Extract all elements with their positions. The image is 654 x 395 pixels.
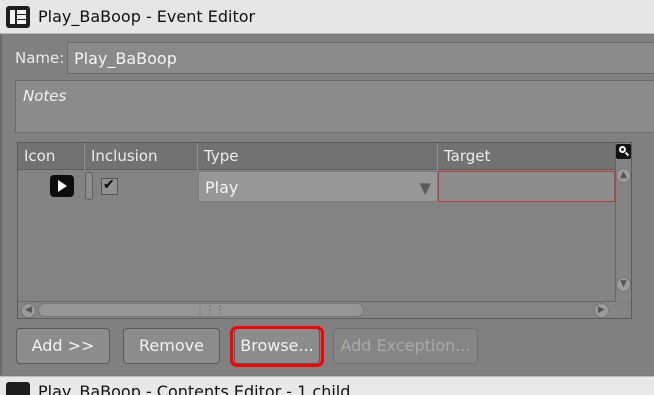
add-exception-button[interactable]: Add Exception... (333, 328, 478, 364)
column-header-inclusion[interactable]: Inclusion (85, 143, 198, 170)
target-field[interactable] (438, 171, 615, 202)
scroll-down-icon[interactable]: ▼ (616, 277, 631, 292)
name-input[interactable]: Play_BaBoop (67, 42, 654, 74)
grid-header: Icon Inclusion Type Target (18, 143, 615, 170)
play-icon[interactable] (50, 175, 74, 197)
drag-handle[interactable] (85, 172, 93, 200)
inclusion-checkbox[interactable]: ✔ (101, 177, 118, 195)
event-editor-icon (6, 6, 30, 28)
horizontal-scrollbar[interactable]: ◀ ⋮⋮⋮ ▶ (18, 301, 615, 318)
scroll-up-icon[interactable]: ▲ (616, 168, 631, 183)
checkmark-icon: ✔ (103, 177, 115, 193)
window-title: Play_BaBoop - Event Editor (38, 7, 256, 26)
event-actions-grid: Icon Inclusion Type Target ✔ Play ▼ ▲ ▼ … (17, 142, 632, 319)
browse-button-highlight (230, 326, 324, 367)
contents-editor-icon (6, 382, 30, 395)
chevron-down-icon: ▼ (419, 179, 431, 197)
table-row[interactable]: ✔ Play ▼ (18, 171, 615, 202)
type-dropdown[interactable]: Play ▼ (198, 171, 438, 202)
column-header-type[interactable]: Type (198, 143, 438, 170)
column-header-target[interactable]: Target (438, 143, 615, 170)
contents-editor-title: Play_BaBoop - Contents Editor - 1 child (38, 382, 351, 395)
horizontal-scroll-thumb[interactable]: ⋮⋮⋮ (38, 303, 364, 317)
scroll-right-icon[interactable]: ▶ (594, 303, 609, 318)
scroll-left-icon[interactable]: ◀ (21, 303, 36, 318)
column-header-icon[interactable]: Icon (18, 143, 85, 170)
add-button[interactable]: Add >> (16, 328, 110, 364)
remove-button[interactable]: Remove (123, 328, 220, 364)
vertical-scrollbar[interactable]: ▲ ▼ (615, 143, 631, 301)
contents-editor-titlebar: Play_BaBoop - Contents Editor - 1 child (0, 376, 654, 395)
title-bar: Play_BaBoop - Event Editor (0, 0, 654, 34)
notes-field[interactable]: Notes (15, 80, 654, 133)
grip-icon: ⋮⋮⋮ (195, 305, 225, 316)
search-icon[interactable] (616, 144, 631, 159)
type-value: Play (205, 178, 239, 197)
name-label: Name: (15, 49, 65, 67)
notes-placeholder: Notes (23, 87, 67, 105)
